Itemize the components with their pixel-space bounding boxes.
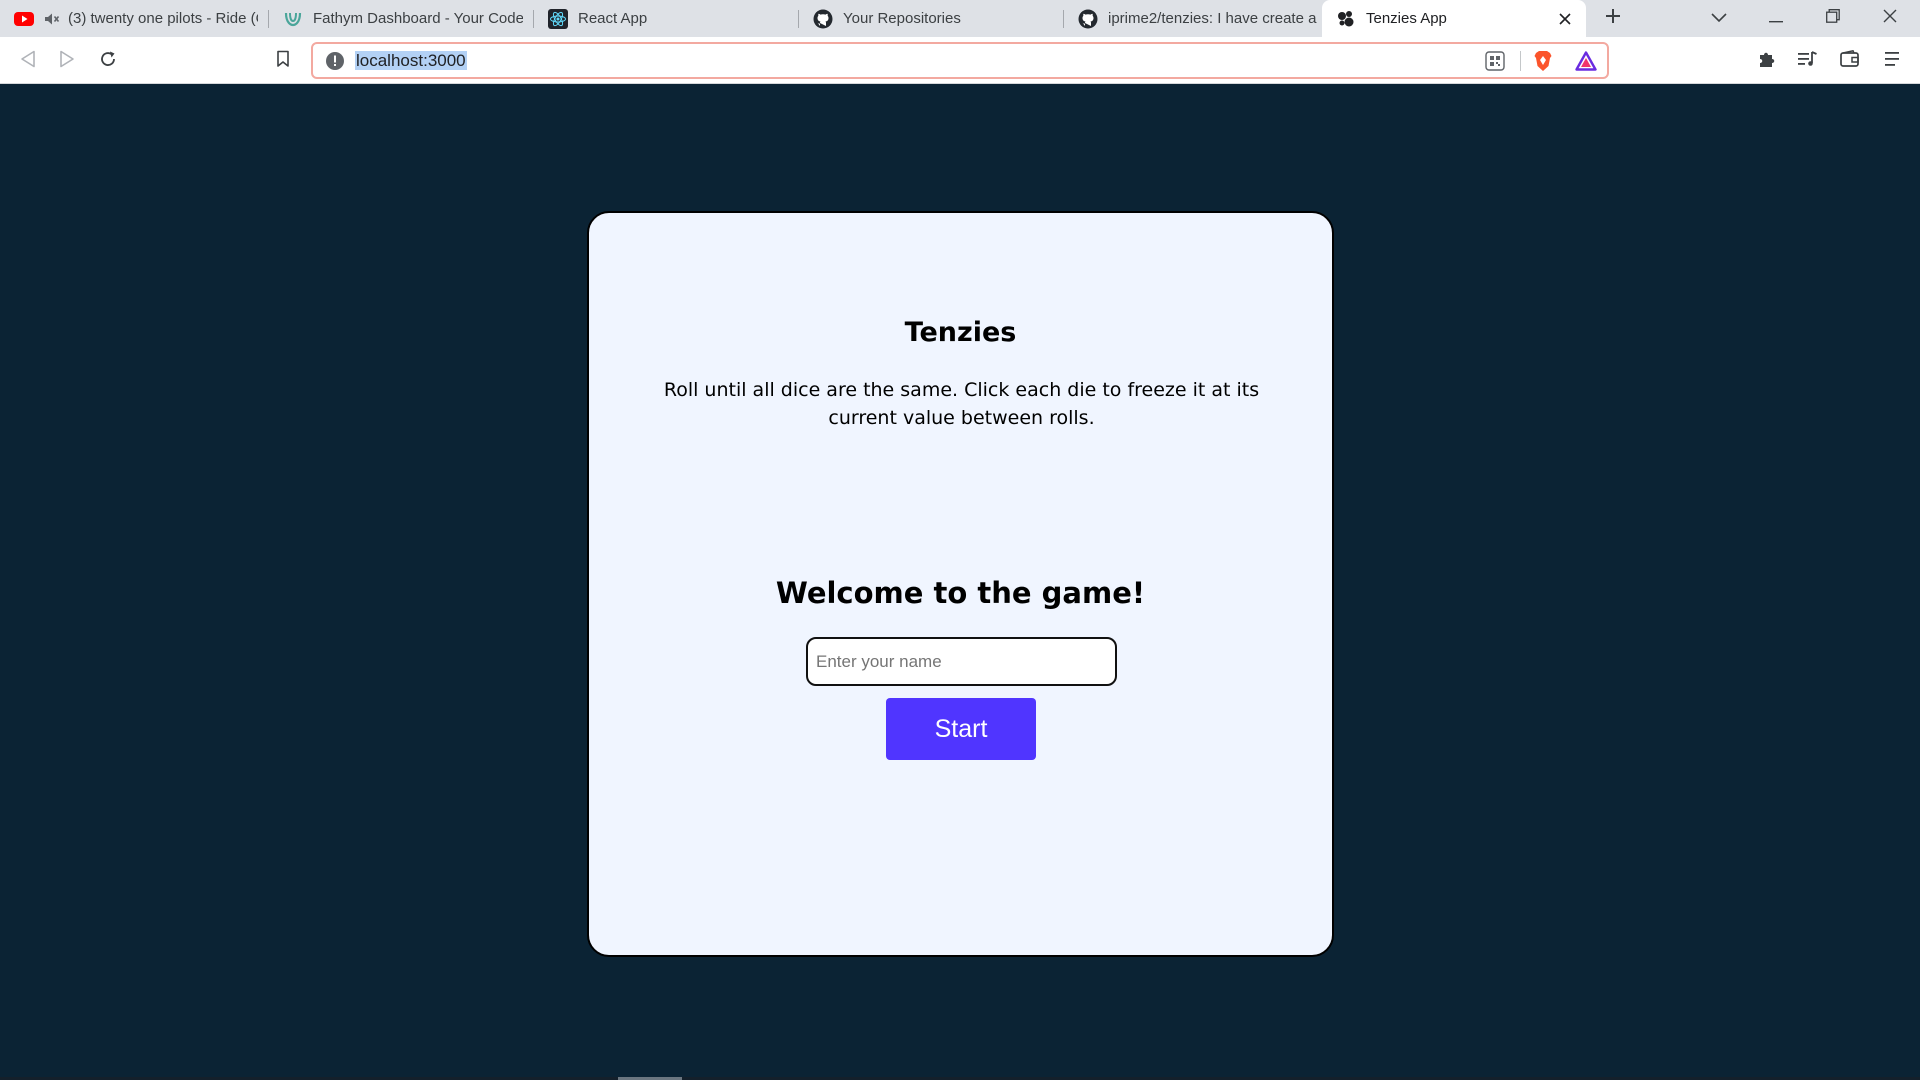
close-icon xyxy=(1883,9,1897,28)
game-title: Tenzies xyxy=(904,317,1017,348)
plus-icon xyxy=(1605,8,1621,29)
tab-title: (3) twenty one pilots - Ride (O xyxy=(68,10,258,27)
tab-react-app[interactable]: React App xyxy=(534,0,798,37)
tab-github-tenzies[interactable]: iprime2/tenzies: I have create a di xyxy=(1064,0,1328,37)
minimize-icon xyxy=(1769,10,1783,28)
menu-button[interactable] xyxy=(1876,44,1910,78)
muted-audio-icon[interactable] xyxy=(44,11,60,27)
wallet-icon xyxy=(1840,49,1860,73)
puzzle-icon xyxy=(1757,49,1777,74)
hamburger-menu-icon xyxy=(1885,51,1901,72)
bookmark-icon xyxy=(276,50,290,73)
tab-title: iprime2/tenzies: I have create a di xyxy=(1108,10,1318,27)
back-arrow-icon xyxy=(20,50,36,73)
bookmark-button[interactable] xyxy=(266,44,300,78)
tab-tenzies-app[interactable]: Tenzies App xyxy=(1322,0,1586,37)
forward-arrow-icon xyxy=(59,50,75,73)
game-card: Tenzies Roll until all dice are the same… xyxy=(587,211,1334,957)
react-icon xyxy=(548,8,568,29)
tenzies-icon xyxy=(1336,9,1356,29)
reload-button[interactable] xyxy=(91,44,125,78)
reload-icon xyxy=(99,50,117,73)
tab-search-button[interactable] xyxy=(1696,0,1742,37)
qr-code-icon[interactable] xyxy=(1485,50,1505,72)
forward-button[interactable] xyxy=(50,44,84,78)
chevron-down-icon xyxy=(1711,10,1727,28)
address-bar-divider xyxy=(1520,51,1521,71)
github-icon xyxy=(813,9,833,29)
minimize-button[interactable] xyxy=(1753,0,1799,37)
brave-shields-icon[interactable] xyxy=(1533,50,1553,72)
new-tab-button[interactable] xyxy=(1590,0,1636,37)
tab-your-repositories[interactable]: Your Repositories xyxy=(799,0,1063,37)
game-instructions: Roll until all dice are the same. Click … xyxy=(663,379,1260,429)
github-icon xyxy=(1078,9,1098,29)
playlist-icon xyxy=(1798,50,1818,72)
address-bar[interactable]: localhost:3000 xyxy=(311,42,1609,79)
tab-title: React App xyxy=(578,10,648,27)
close-window-button[interactable] xyxy=(1867,0,1913,37)
restore-icon xyxy=(1826,9,1840,28)
browser-toolbar: localhost:3000 xyxy=(0,37,1920,84)
brave-rewards-icon[interactable] xyxy=(1575,50,1597,72)
media-controls-button[interactable] xyxy=(1791,44,1825,78)
start-button[interactable]: Start xyxy=(886,698,1036,760)
tab-title: Your Repositories xyxy=(843,10,961,27)
name-input[interactable] xyxy=(806,637,1117,686)
wallet-button[interactable] xyxy=(1833,44,1867,78)
fathym-icon xyxy=(283,9,303,29)
back-button[interactable] xyxy=(11,44,45,78)
extensions-button[interactable] xyxy=(1750,44,1784,78)
welcome-heading: Welcome to the game! xyxy=(775,576,1146,610)
close-tab-icon[interactable] xyxy=(1554,8,1576,30)
page-content: Tenzies Roll until all dice are the same… xyxy=(0,85,1920,1080)
site-info-icon[interactable] xyxy=(325,51,345,71)
youtube-icon xyxy=(14,9,34,29)
url-text[interactable]: localhost:3000 xyxy=(355,51,467,71)
tab-strip: (3) twenty one pilots - Ride (O Fathym D… xyxy=(0,0,1920,37)
restore-button[interactable] xyxy=(1810,0,1856,37)
tab-title: Tenzies App xyxy=(1366,10,1447,27)
url-selection: localhost:3000 xyxy=(355,51,467,70)
tab-fathym-dashboard[interactable]: Fathym Dashboard - Your Code. I xyxy=(269,0,533,37)
tab-youtube[interactable]: (3) twenty one pilots - Ride (O xyxy=(0,0,268,37)
tab-title: Fathym Dashboard - Your Code. I xyxy=(313,10,523,27)
